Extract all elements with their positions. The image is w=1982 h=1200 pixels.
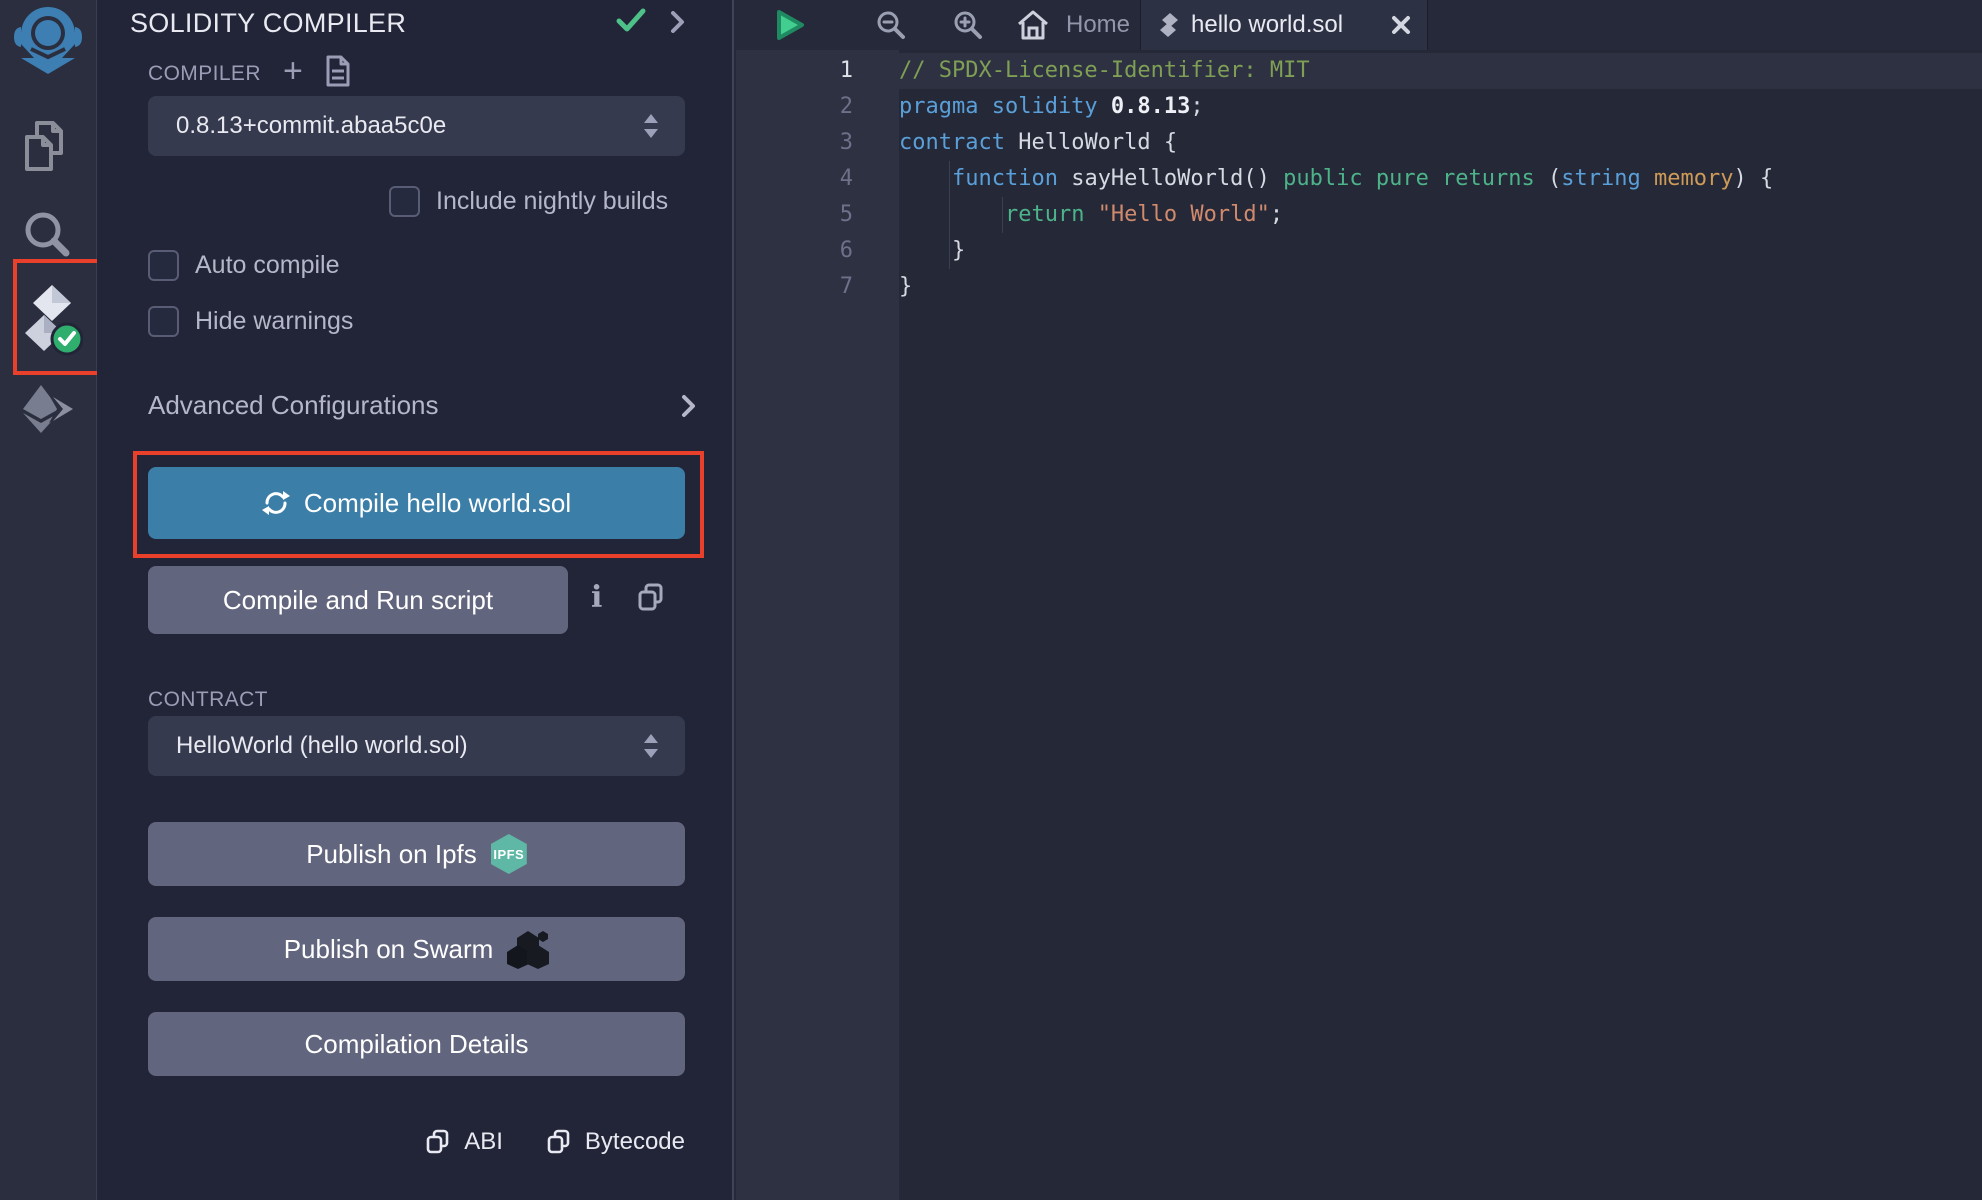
select-arrows-icon (643, 113, 659, 139)
advanced-configurations-label[interactable]: Advanced Configurations (148, 390, 439, 421)
line-content: return "Hello World"; (899, 197, 1283, 233)
compiler-doc-icon[interactable] (325, 55, 351, 87)
line-content: pragma solidity 0.8.13; (899, 89, 1204, 125)
icon-rail (0, 0, 97, 1200)
line-content: function sayHelloWorld() public pure ret… (899, 161, 1773, 197)
bytecode-label[interactable]: Bytecode (585, 1128, 685, 1156)
hide-warnings-row: Hide warnings (148, 306, 353, 337)
line-content: // SPDX-License-Identifier: MIT (899, 53, 1310, 89)
line-number: 4 (736, 161, 899, 197)
compilation-details-button[interactable]: Compilation Details (148, 1012, 685, 1076)
solidity-compiler-icon[interactable] (20, 282, 84, 358)
publish-swarm-label: Publish on Swarm (284, 934, 494, 965)
select-arrows-icon (643, 733, 659, 759)
compiler-version-select[interactable]: 0.8.13+commit.abaa5c0e (148, 96, 685, 156)
compiler-version-value: 0.8.13+commit.abaa5c0e (176, 112, 643, 140)
auto-compile-label[interactable]: Auto compile (195, 251, 340, 280)
hide-warnings-label[interactable]: Hide warnings (195, 307, 353, 336)
code-editor[interactable]: 1// SPDX-License-Identifier: MIT2pragma … (736, 50, 1982, 1200)
contract-select[interactable]: HelloWorld (hello world.sol) (148, 716, 685, 776)
tab-label: hello world.sol (1191, 11, 1379, 39)
auto-compile-checkbox[interactable] (148, 250, 179, 281)
add-compiler-icon[interactable]: + (283, 52, 303, 91)
auto-compile-row: Auto compile (148, 250, 340, 281)
file-explorer-icon[interactable] (22, 118, 74, 176)
close-tab-icon[interactable] (1391, 15, 1411, 35)
line-number: 1 (736, 53, 899, 89)
panel-title: SOLIDITY COMPILER (130, 8, 406, 39)
nightly-builds-checkbox[interactable] (389, 186, 420, 217)
copy-bytecode-icon[interactable] (547, 1129, 571, 1156)
line-number: 5 (736, 197, 899, 233)
run-script-play-icon[interactable] (770, 0, 810, 50)
compile-success-check-icon (616, 8, 646, 34)
panel-chevron-right-icon[interactable] (670, 11, 686, 33)
remix-logo[interactable] (10, 4, 86, 76)
editor-tabbar: Home hello world.sol (736, 0, 1982, 50)
advanced-chevron-right-icon[interactable] (681, 394, 697, 418)
tab-home-label: Home (1066, 11, 1130, 39)
tab-hello-world-sol[interactable]: hello world.sol (1140, 0, 1428, 50)
search-icon[interactable] (20, 207, 74, 261)
code-lines: 1// SPDX-License-Identifier: MIT2pragma … (736, 53, 1982, 305)
publish-ipfs-button[interactable]: Publish on Ipfs IPFS (148, 822, 685, 886)
publish-swarm-button[interactable]: Publish on Swarm (148, 917, 685, 981)
nightly-builds-row: Include nightly builds (389, 186, 668, 217)
line-number: 2 (736, 89, 899, 125)
code-line-7[interactable]: 7} (736, 269, 1982, 305)
nightly-builds-label[interactable]: Include nightly builds (436, 187, 668, 216)
compiler-section-label: COMPILER (148, 62, 261, 86)
run-button-label: Compile and Run script (223, 585, 493, 616)
solidity-compiler-panel: SOLIDITY COMPILER COMPILER + 0.8.13+comm… (97, 0, 734, 1200)
code-line-1[interactable]: 1// SPDX-License-Identifier: MIT (736, 53, 1982, 89)
abi-label[interactable]: ABI (464, 1128, 503, 1156)
compile-and-run-button[interactable]: Compile and Run script (148, 566, 568, 634)
contract-section-label: CONTRACT (148, 688, 268, 712)
publish-ipfs-label: Publish on Ipfs (306, 839, 477, 870)
swarm-icon (507, 929, 549, 969)
line-number: 7 (736, 269, 899, 305)
line-number: 3 (736, 125, 899, 161)
compile-button[interactable]: Compile hello world.sol (148, 467, 685, 539)
zoom-in-icon[interactable] (948, 0, 988, 50)
code-line-6[interactable]: 6 } (736, 233, 1982, 269)
compilation-details-label: Compilation Details (305, 1029, 529, 1060)
code-line-5[interactable]: 5 return "Hello World"; (736, 197, 1982, 233)
copy-abi-icon[interactable] (426, 1129, 450, 1156)
tab-home[interactable]: Home (1016, 0, 1130, 50)
contract-select-value: HelloWorld (hello world.sol) (176, 732, 643, 760)
line-content: contract HelloWorld { (899, 125, 1177, 161)
ipfs-icon: IPFS (491, 834, 527, 874)
line-content: } (899, 233, 965, 269)
code-line-2[interactable]: 2pragma solidity 0.8.13; (736, 89, 1982, 125)
zoom-out-icon[interactable] (871, 0, 911, 50)
line-content: } (899, 269, 912, 305)
copy-script-icon[interactable] (637, 582, 665, 612)
info-icon[interactable]: i (591, 580, 602, 615)
line-number: 6 (736, 233, 899, 269)
refresh-icon (262, 489, 290, 517)
code-line-3[interactable]: 3contract HelloWorld { (736, 125, 1982, 161)
hide-warnings-checkbox[interactable] (148, 306, 179, 337)
compile-button-label: Compile hello world.sol (304, 488, 571, 519)
editor-region: Home hello world.sol 1// SPDX-License-Id… (736, 0, 1982, 1200)
solidity-file-icon (1159, 12, 1179, 38)
home-icon (1016, 9, 1050, 41)
code-line-4[interactable]: 4 function sayHelloWorld() public pure r… (736, 161, 1982, 197)
deploy-run-icon[interactable] (18, 382, 80, 436)
